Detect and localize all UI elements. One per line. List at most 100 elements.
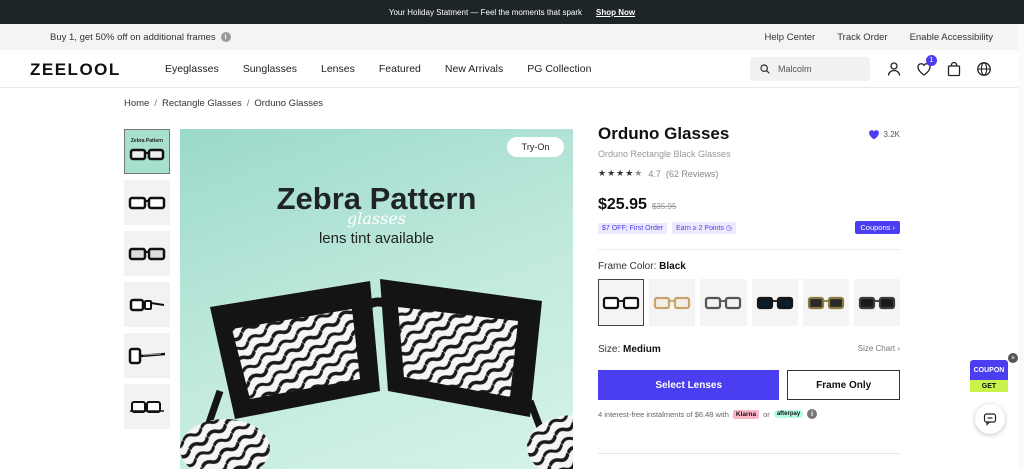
nav-item-featured[interactable]: Featured [379, 63, 421, 75]
rating-row[interactable]: ★★★★★ 4.7 (62 Reviews) [598, 168, 900, 179]
swatch-lens-right [674, 296, 691, 309]
like-count[interactable]: 3.2K [868, 129, 900, 140]
review-count[interactable]: (62 Reviews) [666, 169, 719, 179]
track-order-link[interactable]: Track Order [837, 32, 887, 43]
search-input[interactable] [778, 64, 858, 74]
swatch-lens-right [827, 296, 844, 309]
nav-menu: Eyeglasses Sunglasses Lenses Featured Ne… [165, 63, 591, 75]
size-value: Medium [623, 344, 661, 355]
account-icon[interactable] [886, 61, 902, 77]
shop-now-link[interactable]: Shop Now [596, 8, 635, 17]
coupons-label: Coupons [860, 223, 891, 232]
breadcrumb-home[interactable]: Home [124, 98, 149, 109]
thumbnail-angled-view[interactable] [124, 231, 170, 276]
breadcrumb-separator: / [154, 98, 157, 109]
wishlist-heart-icon[interactable]: 1 [916, 55, 937, 77]
nav-item-new-arrivals[interactable]: New Arrivals [445, 63, 503, 75]
swatch-lens-right [622, 296, 640, 309]
breadcrumb-rectangle-glasses[interactable]: Rectangle Glasses [162, 98, 242, 109]
globe-icon[interactable] [976, 61, 992, 77]
nav-item-lenses[interactable]: Lenses [321, 63, 355, 75]
product-title: Orduno Glasses [598, 124, 730, 143]
nav-item-sunglasses[interactable]: Sunglasses [243, 63, 297, 75]
thumb-caption: Zebra Pattern [131, 138, 163, 144]
floating-coupon-button[interactable]: COUPON GET [970, 360, 1008, 392]
announcement-bar: Your Holiday Statment — Feel the moments… [0, 0, 1024, 24]
swatch-dark-grey[interactable] [853, 279, 900, 326]
frame-only-button[interactable]: Frame Only [787, 370, 900, 400]
points-offer: Earn ≥ 2 Points ◷ [672, 222, 736, 234]
size-title: Size: [598, 344, 621, 355]
swatch-lens-left [705, 296, 722, 309]
announcement-text: Your Holiday Statment — Feel the moments… [388, 7, 583, 17]
coupons-button[interactable]: Coupons › [855, 221, 900, 234]
points-offer-text: Earn ≥ 2 Points [676, 225, 724, 232]
thumbnail-folded-view[interactable] [124, 384, 170, 429]
chat-button[interactable] [975, 404, 1005, 434]
breadcrumb-separator: / [246, 98, 250, 109]
size-chart-label: Size Chart [857, 344, 896, 353]
swatch-grey-clear[interactable] [700, 279, 747, 326]
nav-item-pg-collection[interactable]: PG Collection [527, 63, 591, 75]
thumbnail-gallery: Zebra Pattern [124, 129, 170, 429]
chevron-right-icon: › [892, 223, 896, 232]
product-info-panel: Orduno Glasses 3.2K Orduno Rectangle Bla… [598, 124, 900, 419]
original-price: $35.95 [651, 202, 677, 211]
product-main-image: Try-On Zebra Pattern glasses lens tint a… [180, 129, 573, 469]
thumbnail-side-view[interactable] [124, 282, 170, 327]
select-lenses-button[interactable]: Select Lenses [598, 370, 780, 400]
swatch-lens-right [878, 296, 896, 309]
swatch-black-tinted[interactable] [751, 279, 798, 326]
klarna-badge[interactable]: Klarna [732, 409, 760, 419]
frame-color-value: Black [659, 261, 686, 272]
swatch-tortoise-clear[interactable] [649, 279, 696, 326]
heart-icon[interactable] [868, 129, 880, 140]
installments-or: or [763, 409, 770, 419]
search-icon[interactable] [760, 64, 770, 74]
price-row: $25.95 $35.95 [598, 196, 900, 214]
shopping-bag-icon[interactable] [946, 61, 962, 77]
like-count-value: 3.2K [883, 130, 900, 139]
swatch-lens-right [725, 296, 742, 309]
swatch-lens-left [858, 296, 876, 309]
chevron-right-icon: › [897, 344, 900, 353]
swatch-lens-right [776, 296, 793, 309]
thumbnail-front-view[interactable] [124, 180, 170, 225]
close-icon[interactable]: × [1008, 353, 1018, 363]
color-swatches [598, 279, 900, 326]
breadcrumb-current: Orduno Glasses [254, 98, 324, 109]
swatch-black[interactable] [598, 279, 645, 326]
swatch-lens-left [756, 296, 773, 309]
swatch-lens-left [654, 296, 671, 309]
enable-accessibility-link[interactable]: Enable Accessibility [910, 32, 993, 43]
swatch-lens-left [602, 296, 620, 309]
afterpay-badge[interactable]: afterpay [773, 410, 804, 418]
offers-row: $7 OFF; First Order Earn ≥ 2 Points ◷ Co… [598, 221, 900, 235]
help-center-link[interactable]: Help Center [765, 32, 816, 43]
thumbnail-zebra-pattern[interactable]: Zebra Pattern [124, 129, 170, 174]
promo-offer: Buy 1, get 50% off on additional frames … [50, 32, 231, 43]
promo-text: Buy 1, get 50% off on additional frames [50, 31, 216, 43]
divider [598, 249, 900, 250]
size-chart-link[interactable]: Size Chart › [858, 344, 900, 353]
thumbnail-temple-view[interactable] [124, 333, 170, 378]
nav-item-eyeglasses[interactable]: Eyeglasses [165, 63, 219, 75]
logo[interactable]: ZEELOOL [30, 60, 121, 80]
current-price: $25.95 [598, 196, 647, 213]
frame-color-title: Frame Color: [598, 261, 657, 272]
product-subtitle: Orduno Rectangle Black Glasses [598, 149, 731, 159]
swatch-lens-left [807, 296, 824, 309]
chat-icon [983, 413, 997, 426]
breadcrumb: Home / Rectangle Glasses / Orduno Glasse… [124, 98, 323, 109]
product-glasses-illustration [180, 279, 573, 469]
nav-icons: 1 [886, 55, 992, 77]
swatch-leopard[interactable] [802, 279, 849, 326]
info-icon[interactable]: i [807, 409, 818, 419]
clock-icon: ◷ [725, 225, 732, 232]
info-icon[interactable]: i [220, 32, 231, 42]
coupon-get-label: GET [970, 380, 1008, 392]
page-scrollbar[interactable] [1018, 24, 1024, 469]
rating-value: 4.7 [648, 168, 661, 179]
first-order-offer: $7 OFF; First Order [598, 222, 668, 234]
utility-links: Help Center Track Order Enable Accessibi… [765, 32, 993, 43]
